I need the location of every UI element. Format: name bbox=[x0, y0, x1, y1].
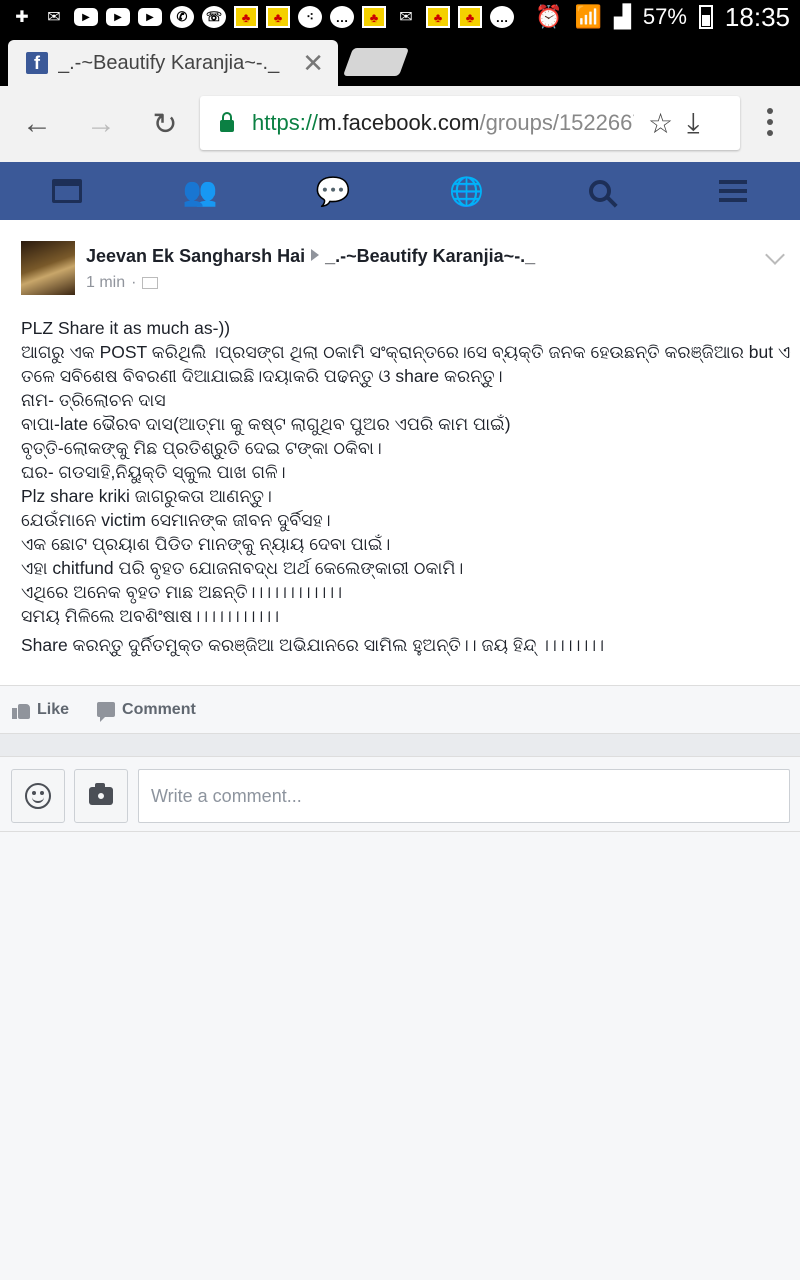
feed-post: Jeevan Ek Sangharsh Hai _.-~Beautify Kara… bbox=[0, 220, 800, 686]
back-button[interactable]: ← bbox=[5, 92, 69, 156]
arrow-right-icon bbox=[311, 249, 320, 261]
new-tab-button[interactable] bbox=[342, 48, 410, 76]
page-background bbox=[0, 832, 800, 1280]
group-name[interactable]: _.-~Beautify Karanjia~-._ bbox=[325, 246, 535, 266]
comment-composer bbox=[0, 756, 800, 832]
meta-separator: · bbox=[131, 274, 137, 291]
comment-icon bbox=[97, 702, 116, 722]
nav-menu[interactable] bbox=[703, 162, 763, 220]
tab-strip: f _.-~Beautify Karanjia~-._ ✕ bbox=[0, 34, 800, 86]
more-icon: … bbox=[330, 6, 354, 28]
like-button[interactable]: Like bbox=[12, 701, 69, 719]
star-icon[interactable]: ☆ bbox=[648, 107, 673, 140]
app-icon: ♣ bbox=[426, 6, 450, 28]
notifications-globe-icon: 🌐 bbox=[449, 175, 485, 207]
camera-icon bbox=[89, 783, 113, 805]
lock-icon bbox=[220, 112, 234, 132]
battery-icon bbox=[698, 5, 713, 29]
post-line: PLZ Share it as much as-)) bbox=[21, 318, 231, 338]
system-status: ⏰ 📶 ▟ 57% 18:35 bbox=[535, 2, 790, 33]
address-bar[interactable]: https://m.facebook.com/groups/1522667 ☆ … bbox=[200, 96, 740, 150]
post-line: ଏଥିରେ ଅନେକ ବୃହତ ମାଛ ଅଛନ୍ତି।।।।।।।।।।।। bbox=[21, 582, 343, 602]
news-feed-icon bbox=[51, 179, 82, 203]
notification-icons: ✚ ✉ ▶ ▶ ▶ ✆ ☏ ♣ ♣ ⁖ … ♣ ✉ ♣ ♣ … bbox=[10, 6, 514, 28]
audience-icon bbox=[142, 277, 159, 289]
photo-button[interactable] bbox=[74, 769, 128, 823]
thumbs-up-icon bbox=[12, 701, 30, 719]
wifi-icon: 📶 bbox=[574, 4, 602, 29]
whatsapp-icon: ✆ bbox=[170, 6, 194, 28]
dots-icon: ⁖ bbox=[298, 6, 322, 28]
post-line: ନାମ- ତ୍ରିଲୋଚନ ଦାସ bbox=[21, 390, 166, 410]
comment-button[interactable]: Comment bbox=[97, 700, 196, 722]
smiley-icon bbox=[25, 783, 51, 809]
author-name[interactable]: Jeevan Ek Sangharsh Hai bbox=[86, 246, 305, 266]
chevron-down-icon[interactable] bbox=[765, 245, 785, 265]
more-icon: … bbox=[490, 6, 514, 28]
post-line: ବୃତ୍ତି-ଲୋକଙ୍କୁ ମିଛ ପ୍ରତିଶ୍ରୁତି ଦେଇ ଟଙ୍କା… bbox=[21, 438, 382, 458]
app-icon: ♣ bbox=[362, 6, 386, 28]
browser-tab[interactable]: f _.-~Beautify Karanjia~-._ ✕ bbox=[8, 40, 338, 86]
post-line: ଏକ ଛୋଟ ପ୍ରୟାଶ ପିଡିତ ମାନଙ୍କୁ ନ୍ୟାୟ ଦେବା ପ… bbox=[21, 534, 391, 554]
messages-icon: 💬 bbox=[315, 175, 351, 207]
post-line: Share କରନ୍ତୁ ଦୁର୍ନିତମୁକ୍ତ କରଞ୍ଜିଆ ଅଭିଯାନ… bbox=[21, 635, 605, 655]
friends-icon: 👥 bbox=[182, 175, 218, 207]
app-icon: ♣ bbox=[266, 6, 290, 28]
post-line: ଆଗରୁ ଏକ POST କରିଥିଲି ।ପ୍ରସଙ୍ଗ ଥିଲା ଠକାମି… bbox=[21, 342, 791, 362]
battery-percent: 57% bbox=[642, 4, 687, 29]
overflow-menu-button[interactable] bbox=[746, 90, 794, 154]
like-label: Like bbox=[37, 700, 70, 718]
post-line: ସମୟ ମିଳିଲେ ଅବଶିଂଷାଷ।।।।।।।।।।। bbox=[21, 606, 280, 626]
post-line: ଯେଉଁମାନେ victim ସେମାନଙ୍କ ଜୀବନ ଦୁର୍ବିସହ। bbox=[21, 510, 331, 530]
mail-icon: ✉ bbox=[47, 9, 61, 26]
post-line: ଏହା chitfund ପରି ବୃହତ ଯୋଜନାବଦ୍ଧ ଅର୍ଥ କେଲ… bbox=[21, 558, 464, 578]
app-icon: ♣ bbox=[458, 6, 482, 28]
phone-icon: ☏ bbox=[202, 6, 226, 28]
comment-input[interactable] bbox=[138, 769, 790, 823]
app-icon: ♣ bbox=[234, 6, 258, 28]
youtube-icon: ▶ bbox=[106, 8, 130, 26]
alarm-icon: ⏰ bbox=[535, 4, 563, 29]
avatar[interactable] bbox=[21, 241, 75, 295]
signal-icon: ▟ bbox=[613, 4, 631, 29]
clock: 18:35 bbox=[724, 1, 790, 32]
nav-notifications[interactable]: 🌐 bbox=[437, 162, 497, 220]
post-line: Plz share kriki ଜାଗରୁକତା ଆଣନ୍ତୁ। bbox=[21, 486, 272, 506]
close-tab-icon[interactable]: ✕ bbox=[302, 48, 324, 79]
nav-friends[interactable]: 👥 bbox=[170, 162, 230, 220]
post-actions: Like Comment bbox=[0, 686, 800, 734]
reload-button[interactable]: ↻ bbox=[133, 92, 197, 156]
comment-label: Comment bbox=[122, 700, 196, 718]
sticker-button[interactable] bbox=[11, 769, 65, 823]
post-line: ତଳେ ସବିଶେଷ ବିବରଣୀ ଦିଆଯାଇଛି।ଦୟାକରି ପଢନ୍ତୁ… bbox=[21, 366, 503, 386]
post-line: ବାପା-late ଭୈରବ ଦାସ(ଆତ୍ମା କୁ କଷ୍ଟ ଲାଗୁଥିବ… bbox=[21, 414, 511, 434]
tab-title: _.-~Beautify Karanjia~-._ bbox=[58, 51, 280, 74]
mail-icon: ✉ bbox=[399, 9, 413, 26]
post-line: ଘର- ଗଡସାହି,ନିୟୁକ୍ତି ସ୍କୁଲ ପାଖ ଗଳି। bbox=[21, 462, 286, 482]
search-icon bbox=[588, 180, 611, 202]
url-text[interactable]: https://m.facebook.com/groups/1522667 bbox=[252, 110, 634, 136]
nav-news-feed[interactable] bbox=[37, 162, 97, 220]
forward-button[interactable]: → bbox=[69, 92, 133, 156]
facebook-nav-bar: 👥 💬 🌐 bbox=[0, 162, 800, 220]
browser-toolbar: ← → ↻ https://m.facebook.com/groups/1522… bbox=[0, 86, 800, 162]
reload-icon: ↻ bbox=[152, 107, 178, 141]
post-text: PLZ Share it as much as-)) ଆଗରୁ ଏକ POST … bbox=[21, 316, 791, 657]
nav-messages[interactable]: 💬 bbox=[303, 162, 363, 220]
menu-icon bbox=[719, 180, 748, 202]
plus-icon: ✚ bbox=[15, 9, 29, 26]
status-bar: ✚ ✉ ▶ ▶ ▶ ✆ ☏ ♣ ♣ ⁖ … ♣ ✉ ♣ ♣ … ⏰ 📶 ▟ 57… bbox=[0, 0, 800, 34]
post-meta: 1 min · bbox=[86, 274, 159, 292]
arrow-left-icon: ← bbox=[22, 107, 52, 140]
youtube-icon: ▶ bbox=[74, 8, 98, 26]
post-timestamp[interactable]: 1 min bbox=[86, 274, 125, 292]
facebook-favicon-icon: f bbox=[26, 52, 48, 74]
download-icon[interactable]: ⤓ bbox=[687, 107, 699, 140]
post-header: Jeevan Ek Sangharsh Hai _.-~Beautify Kara… bbox=[86, 246, 535, 267]
nav-search[interactable] bbox=[570, 162, 630, 220]
youtube-icon: ▶ bbox=[138, 8, 162, 26]
arrow-right-icon: → bbox=[86, 107, 116, 140]
